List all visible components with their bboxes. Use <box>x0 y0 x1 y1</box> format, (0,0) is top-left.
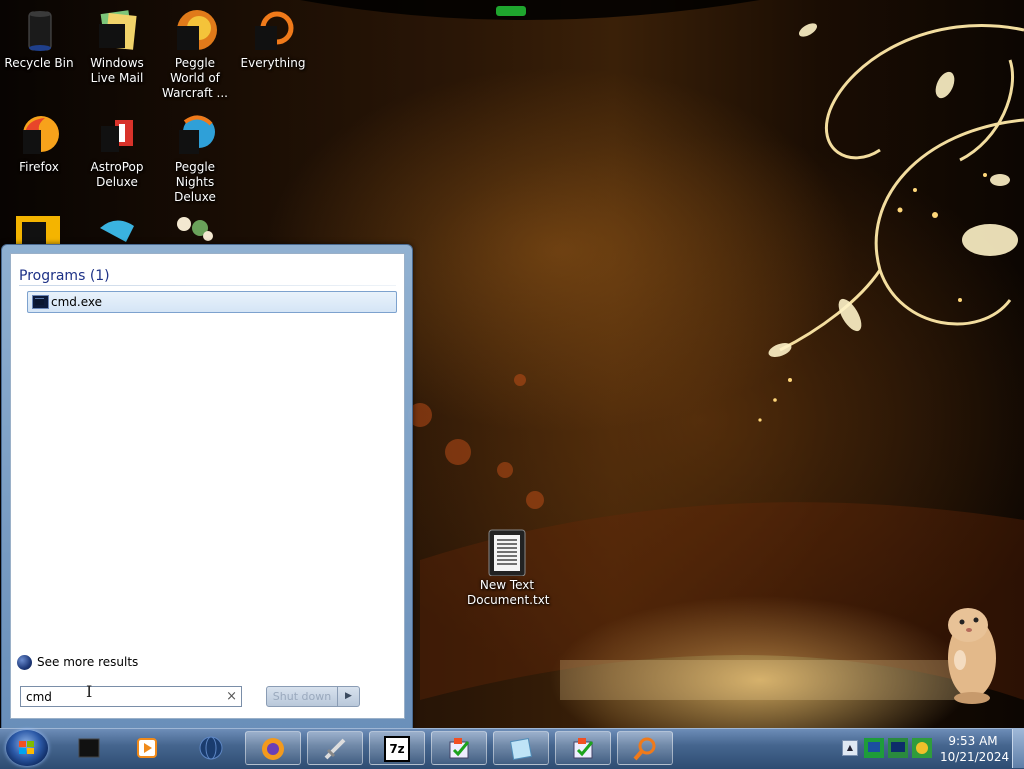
desktop-icon-label: Recycle Bin <box>4 56 74 70</box>
desktop-icon-windows-live-mail[interactable]: Windows Live Mail <box>78 2 156 86</box>
text-cursor-icon: I <box>86 682 93 701</box>
taskbar-clock[interactable]: 9:53 AM 10/21/2024 <box>940 733 1010 765</box>
show-hidden-icons-button[interactable]: ▲ <box>842 740 858 756</box>
start-menu: Programs (1) cmd.exe See more results <box>1 244 413 730</box>
clock-date: 10/21/2024 <box>940 750 1010 764</box>
desktop-icon-recycle-bin[interactable]: Recycle Bin <box>0 2 78 71</box>
tray-flag-icon[interactable] <box>912 738 932 758</box>
taskbar-item-everything-search[interactable] <box>617 731 673 765</box>
search-app-icon <box>249 6 297 54</box>
taskbar-item-notepad[interactable] <box>493 731 549 765</box>
desktop-icon-partial-3[interactable] <box>170 212 220 244</box>
see-more-results-label: See more results <box>37 655 139 669</box>
sword-icon <box>324 738 346 760</box>
taskbar-item-flag-checklist[interactable] <box>431 731 487 765</box>
astropop-icon <box>93 110 141 158</box>
start-search-input[interactable] <box>21 687 226 706</box>
console-icon <box>32 295 49 309</box>
desktop-icon-label: Peggle Nights Deluxe <box>174 160 216 204</box>
firefox-icon <box>15 110 63 158</box>
desktop-icon-peggle-wow[interactable]: Peggle World of Warcraft ... <box>156 2 234 101</box>
shutdown-button[interactable]: Shut down <box>266 686 338 707</box>
start-menu-results-panel: Programs (1) cmd.exe See more results <box>10 253 405 719</box>
clock-time: 9:53 AM <box>948 734 998 748</box>
media-player-icon <box>137 738 157 758</box>
taskbar-item-firefox[interactable] <box>245 731 301 765</box>
show-desktop-button[interactable] <box>1012 729 1024 768</box>
desktop-icon-new-text-document[interactable]: New Text Document.txt <box>467 524 550 608</box>
search-globe-icon <box>17 655 32 670</box>
desktop-icon-peggle-nights[interactable]: Peggle Nights Deluxe <box>156 106 234 205</box>
dark-window-icon <box>78 738 100 758</box>
results-divider <box>19 285 396 286</box>
text-document-icon <box>483 528 531 577</box>
recycle-bin-icon <box>15 6 63 54</box>
desktop-icon-label: Firefox <box>19 160 59 174</box>
taskbar-item-file-manager[interactable] <box>62 731 118 765</box>
firefox-icon <box>262 738 284 760</box>
desktop-icon-everything[interactable]: Everything <box>234 2 312 71</box>
results-category-header: Programs (1) <box>19 268 110 284</box>
taskbar-item-browser-globe[interactable] <box>184 731 240 765</box>
taskbar-item-flag-checklist-2[interactable] <box>555 731 611 765</box>
tray-network-icon[interactable] <box>864 738 884 758</box>
mail-icon <box>93 6 141 54</box>
desktop-icon-firefox[interactable]: Firefox <box>0 106 78 175</box>
desktop-icon-partial-1[interactable] <box>14 212 64 244</box>
checklist-flag-icon <box>573 738 594 759</box>
search-result-cmd[interactable]: cmd.exe <box>27 291 397 313</box>
windows-logo-icon <box>19 741 34 754</box>
magnifier-icon <box>633 737 656 761</box>
globe-icon <box>199 736 223 760</box>
desktop-icon-label: New Text Document.txt <box>467 578 550 607</box>
taskbar-item-media-player[interactable] <box>120 731 176 765</box>
notepad-icon <box>509 737 533 761</box>
desktop-icon-label: Everything <box>240 56 306 70</box>
taskbar-item-7zip[interactable]: 7z <box>369 731 425 765</box>
start-search-box[interactable]: × <box>20 686 242 707</box>
desktop-icon-label: Peggle World of Warcraft ... <box>162 56 228 100</box>
clear-search-icon[interactable]: × <box>226 689 237 704</box>
checklist-flag-icon <box>449 738 470 759</box>
desktop-icon-label: Windows Live Mail <box>90 56 144 85</box>
desktop-icon-label: AstroPop Deluxe <box>90 160 144 189</box>
desktop-icon-partial-2[interactable] <box>92 212 142 244</box>
taskbar-item-sword-app[interactable] <box>307 731 363 765</box>
desktop-icon-astropop[interactable]: AstroPop Deluxe <box>78 106 156 190</box>
shutdown-options-arrow[interactable]: ▶ <box>338 686 360 707</box>
7zip-icon: 7z <box>384 736 410 762</box>
start-button[interactable] <box>6 730 48 766</box>
search-result-label: cmd.exe <box>51 295 103 309</box>
peggle-nights-icon <box>171 110 219 158</box>
peggle-icon <box>171 6 219 54</box>
tray-monitor-icon[interactable] <box>888 738 908 758</box>
